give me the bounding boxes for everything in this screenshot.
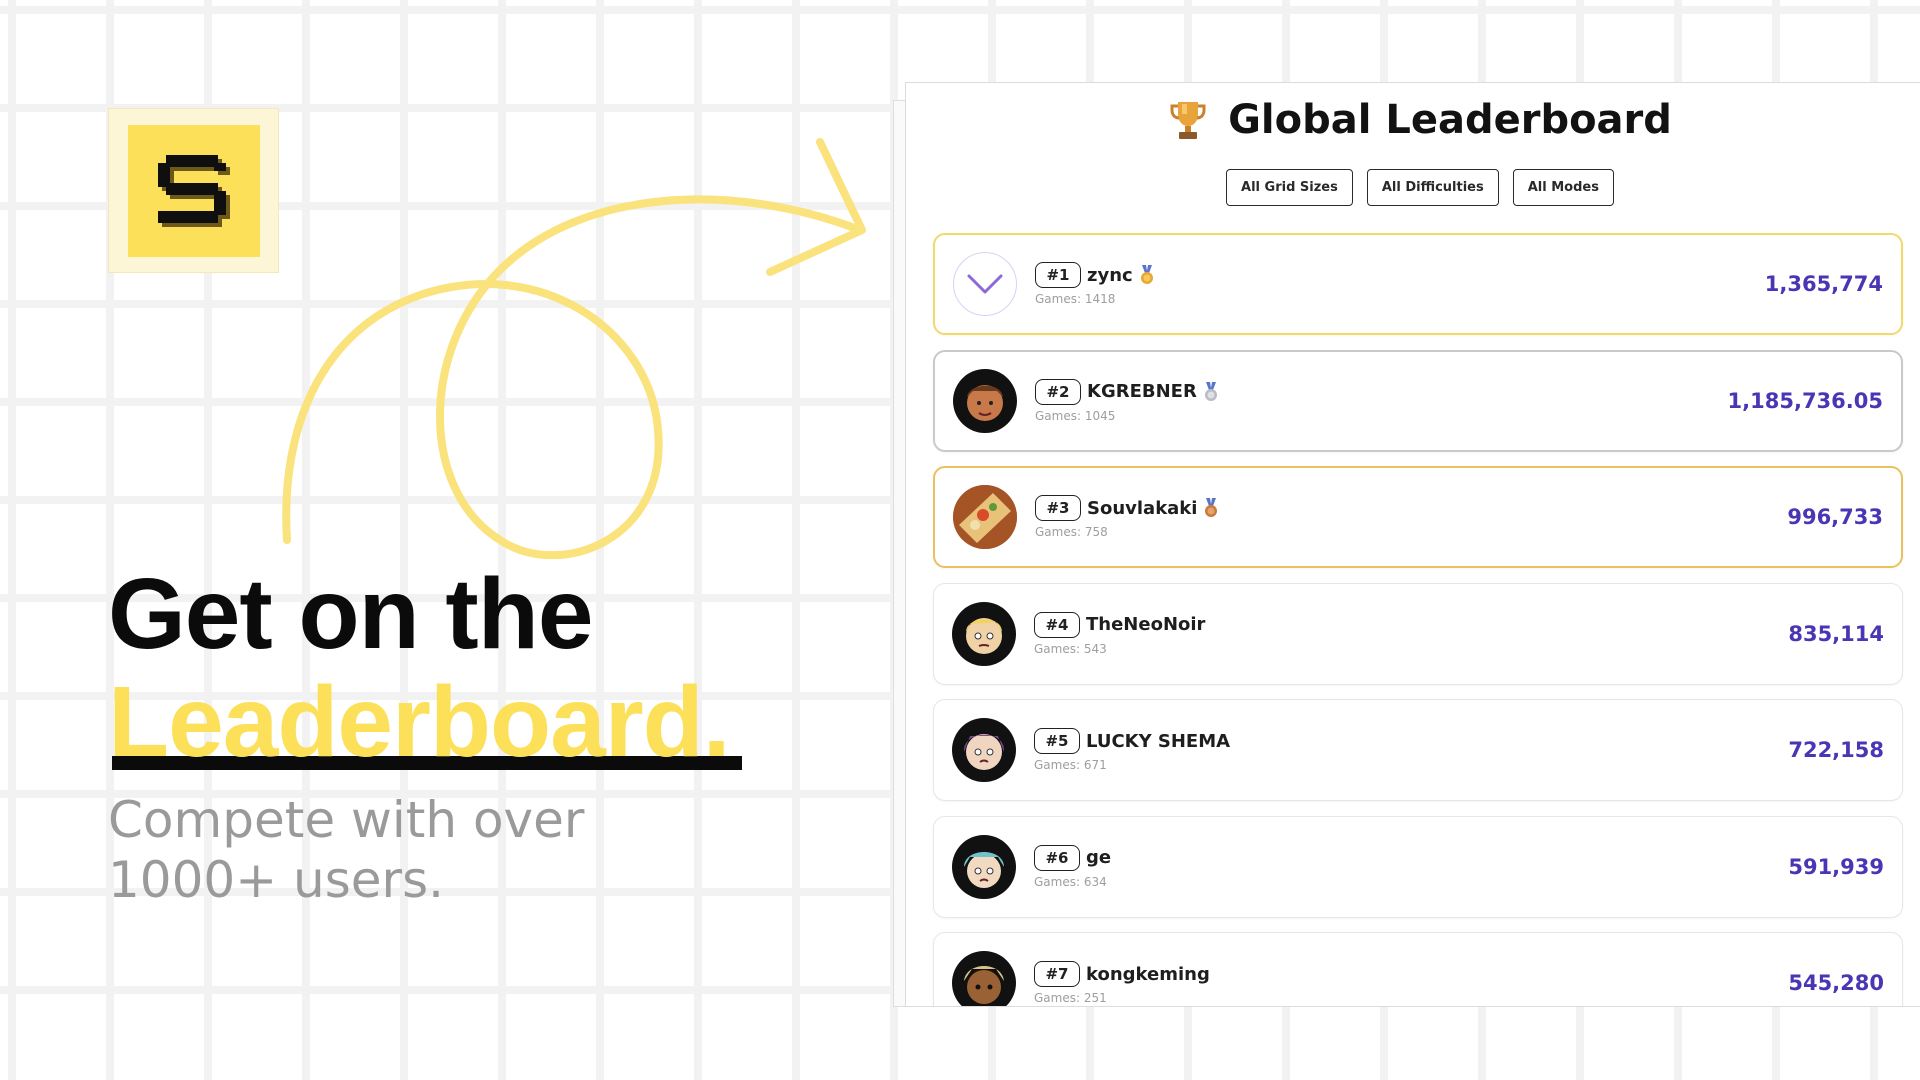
score: 545,280 [1788, 971, 1884, 995]
hero-title: Get on the [108, 558, 593, 670]
user-info: #2 KGREBNER Games: 1045 [1035, 378, 1219, 423]
games-count: Games: 543 [1034, 641, 1107, 656]
username: TheNeoNoir [1086, 614, 1206, 635]
rank-badge: #7 [1034, 961, 1080, 987]
app-logo [108, 108, 279, 273]
score: 1,185,736.05 [1727, 388, 1883, 413]
avatar-face-icon [967, 384, 1003, 421]
avatar [953, 368, 1017, 433]
rank-badge: #1 [1035, 262, 1081, 288]
user-info: #7 kongkeming Games: 251 [1034, 961, 1210, 1005]
score: 722,158 [1788, 738, 1884, 762]
avatar-face-icon [964, 966, 1004, 1004]
user-info: #4 TheNeoNoir Games: 543 [1034, 611, 1206, 656]
silver-medal-icon [1204, 381, 1217, 401]
avatar-face-icon [964, 851, 1004, 888]
games-count: Games: 251 [1034, 991, 1107, 1005]
rank-badge: #5 [1034, 728, 1080, 754]
score: 996,733 [1787, 505, 1883, 529]
username: LUCKY SHEMA [1086, 730, 1231, 752]
leaderboard-panel: Global Leaderboard All Grid Sizes All Di… [905, 82, 1920, 1007]
gold-medal-icon [1140, 265, 1153, 284]
username: kongkeming [1086, 963, 1210, 985]
username: KGREBNER [1087, 381, 1197, 402]
filter-modes[interactable]: All Modes [1512, 169, 1614, 206]
avatar [952, 718, 1016, 782]
filter-bar: All Grid Sizes All Difficulties All Mode… [906, 169, 1920, 206]
leaderboard-row[interactable]: #3 Souvlakaki Games: 758 996,733 [933, 466, 1903, 568]
user-info: #6 ge Games: 634 [1034, 844, 1112, 889]
leaderboard-row[interactable]: #5 LUCKY SHEMA Games: 671 722,158 [933, 699, 1903, 801]
logo-tile [127, 124, 260, 257]
user-info: #1 zync Games: 1418 [1035, 262, 1155, 306]
games-count: Games: 634 [1034, 874, 1107, 889]
rank-badge: #6 [1034, 844, 1080, 871]
leaderboard-list: #1 zync Games: 1418 1,365,774 #2 KGREBNE… [933, 233, 1903, 1006]
games-count: Games: 1045 [1035, 408, 1116, 423]
bronze-medal-icon [1205, 498, 1218, 517]
leaderboard-row[interactable]: #6 ge Games: 634 591,939 [933, 815, 1903, 918]
rank-badge: #2 [1035, 378, 1081, 405]
avatar-face-icon [966, 617, 1002, 654]
avatar [953, 485, 1017, 549]
games-count: Games: 671 [1034, 758, 1107, 772]
username: ge [1086, 847, 1112, 868]
user-info: #3 Souvlakaki Games: 758 [1035, 495, 1219, 539]
user-info: #5 LUCKY SHEMA Games: 671 [1034, 728, 1230, 772]
chevron-down-icon [967, 274, 1003, 294]
score: 591,939 [1788, 854, 1884, 879]
leaderboard-row[interactable]: #7 kongkeming Games: 251 545,280 [933, 932, 1903, 1006]
avatar-food-icon [953, 485, 1017, 549]
trophy-icon [1170, 102, 1206, 139]
games-count: Games: 1418 [1035, 292, 1116, 306]
avatar [952, 834, 1016, 899]
logo-s-icon [157, 154, 230, 227]
leaderboard-row[interactable]: #1 zync Games: 1418 1,365,774 [933, 233, 1903, 335]
leaderboard-title: Global Leaderboard [1228, 97, 1672, 143]
leaderboard-row[interactable]: #4 TheNeoNoir Games: 543 835,114 [933, 582, 1903, 685]
avatar-face-icon [963, 734, 1005, 770]
avatar [953, 252, 1017, 316]
rank-badge: #3 [1035, 495, 1081, 521]
avatar [952, 601, 1016, 666]
hero-accent-word: Leaderboard. [108, 666, 730, 778]
avatar [952, 951, 1016, 1006]
filter-grid-sizes[interactable]: All Grid Sizes [1226, 169, 1353, 206]
score: 835,114 [1788, 621, 1884, 646]
rank-badge: #4 [1034, 611, 1080, 638]
leaderboard-header: Global Leaderboard [906, 97, 1920, 143]
leaderboard-row[interactable]: #2 KGREBNER Games: 1045 1,185,736.05 [933, 349, 1903, 452]
games-count: Games: 758 [1035, 525, 1108, 539]
score: 1,365,774 [1764, 272, 1883, 296]
username: zync [1087, 264, 1133, 286]
hero-subtitle: Compete with over 1000+ users. [108, 791, 585, 909]
filter-difficulties[interactable]: All Difficulties [1366, 169, 1499, 206]
username: Souvlakaki [1087, 497, 1198, 519]
